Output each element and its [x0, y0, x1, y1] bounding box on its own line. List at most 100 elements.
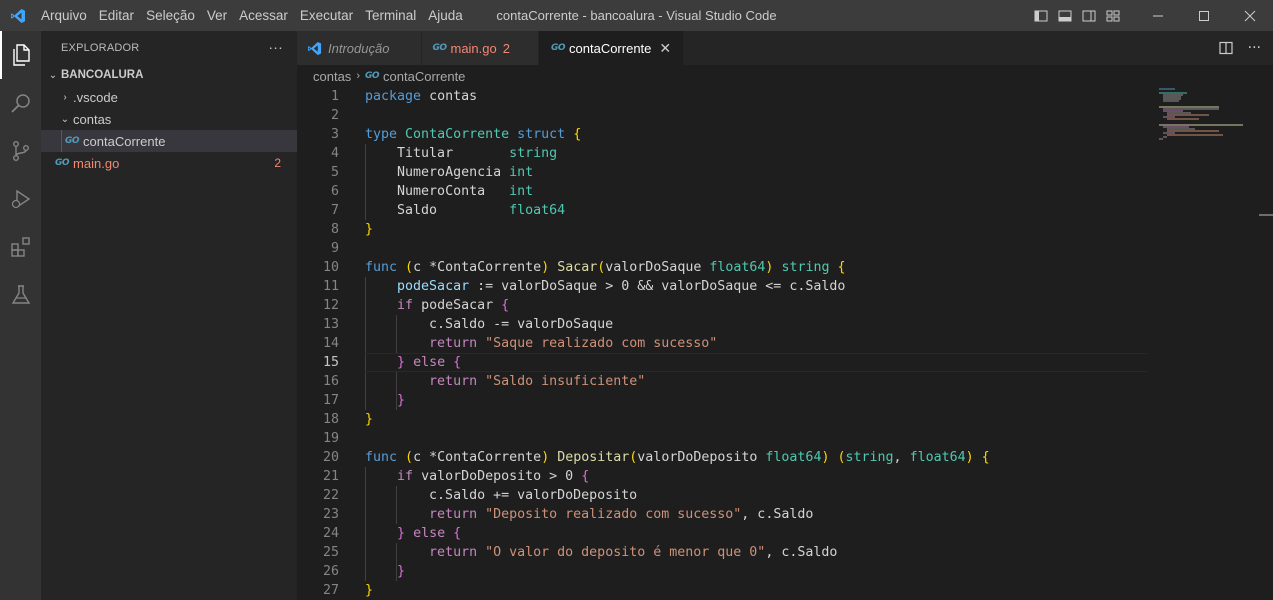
- code-line: 27}: [297, 581, 1147, 600]
- go-file-icon: GO: [65, 136, 80, 146]
- tree-item-contas[interactable]: ⌄ contas: [41, 108, 297, 130]
- line-number: 3: [330, 127, 339, 142]
- tree-item-vscode[interactable]: › .vscode: [41, 86, 297, 108]
- go-file-icon: GO: [432, 43, 447, 53]
- line-number: 9: [330, 241, 339, 256]
- code-token: float64: [509, 203, 566, 218]
- menu-ver[interactable]: Ver: [201, 0, 233, 31]
- code-token: func: [365, 450, 398, 465]
- search-icon[interactable]: [0, 79, 41, 127]
- code-token: "Saque realizado com sucesso": [485, 336, 718, 351]
- code-token: valorDoDeposito >: [421, 469, 566, 484]
- line-number: 2: [330, 108, 339, 123]
- code-token: Titular: [397, 146, 454, 161]
- code-token: if: [397, 469, 414, 484]
- code-line: 7 Saldo float64: [297, 201, 1147, 220]
- close-icon[interactable]: ✕: [659, 40, 671, 57]
- code-token: int: [509, 165, 534, 180]
- code-token: string: [509, 146, 558, 161]
- maximize-icon[interactable]: [1181, 0, 1227, 31]
- code-token: , c.Saldo: [741, 507, 814, 522]
- tab-introducao[interactable]: Introdução: [297, 31, 423, 65]
- split-editor-icon[interactable]: [1218, 40, 1234, 56]
- menu-terminal[interactable]: Terminal: [359, 0, 422, 31]
- code-line: 5 NumeroAgencia int: [297, 163, 1147, 182]
- close-window-icon[interactable]: [1227, 0, 1273, 31]
- menu-selecao[interactable]: Seleção: [140, 0, 201, 31]
- line-number: 24: [322, 526, 339, 541]
- code-token: podeSacar: [397, 279, 470, 294]
- code-line: 22 c.Saldo += valorDoDeposito: [297, 486, 1147, 505]
- code-token: return: [429, 374, 478, 389]
- editor-group: Introdução GO main.go 2 GO contaCorrente…: [297, 31, 1273, 600]
- source-control-icon[interactable]: [0, 127, 41, 175]
- more-actions-icon[interactable]: ···: [1248, 40, 1261, 56]
- code-line: 21 if valorDoDeposito > 0 {: [297, 467, 1147, 486]
- code-token: c.Saldo -= valorDoSaque: [429, 317, 614, 332]
- menu-executar[interactable]: Executar: [294, 0, 359, 31]
- code-token: := valorDoSaque > 0 && valorDoSaque <= c…: [477, 279, 846, 294]
- menu-ajuda[interactable]: Ajuda: [422, 0, 469, 31]
- workspace-root[interactable]: ⌄ BANCOALURA: [41, 64, 297, 86]
- vscode-tab-icon: [307, 41, 322, 56]
- code-token: ContaCorrente: [437, 260, 542, 275]
- customize-layout-icon[interactable]: [1101, 0, 1125, 31]
- menu-editar[interactable]: Editar: [93, 0, 140, 31]
- minimap[interactable]: [1147, 87, 1257, 600]
- toggle-panel-icon[interactable]: [1053, 0, 1077, 31]
- vertical-scrollbar[interactable]: [1259, 87, 1273, 600]
- code-line: 20 func (c *ContaCorrente) Depositar(valo…: [297, 448, 1147, 467]
- toggle-secondary-sidebar-icon[interactable]: [1077, 0, 1101, 31]
- editor-actions: ···: [1218, 31, 1261, 65]
- code-token: string: [781, 260, 830, 275]
- code-editor[interactable]: 1 package contas 2 3 type ContaCorrente st…: [297, 87, 1147, 600]
- testing-flask-icon[interactable]: [0, 271, 41, 319]
- code-line: 24 } else {: [297, 524, 1147, 543]
- tab-contacorrente[interactable]: GO contaCorrente ✕: [538, 31, 685, 65]
- code-line: 16 return "Saldo insuficiente": [297, 372, 1147, 391]
- breadcrumb-file[interactable]: contaCorrente: [383, 69, 465, 84]
- tab-bar: Introdução GO main.go 2 GO contaCorrente…: [297, 31, 1273, 65]
- tree-item-main-go[interactable]: GO main.go 2: [41, 152, 297, 174]
- run-debug-icon[interactable]: [0, 175, 41, 223]
- line-number: 4: [330, 146, 339, 161]
- code-token: float64: [709, 260, 766, 275]
- code-line: 17 }: [297, 391, 1147, 410]
- code-token: if: [397, 298, 414, 313]
- indent-guide: [61, 130, 62, 152]
- line-number: 25: [322, 545, 339, 560]
- workspace-root-label: BANCOALURA: [61, 69, 144, 81]
- extensions-icon[interactable]: [0, 223, 41, 271]
- code-token: return: [429, 336, 478, 351]
- code-token: 0: [565, 469, 574, 484]
- tree-item-contacorrente[interactable]: GO contaCorrente: [41, 130, 297, 152]
- code-line: 23 return "Deposito realizado com sucess…: [297, 505, 1147, 524]
- tab-error-badge: 2: [502, 40, 510, 56]
- toggle-primary-sidebar-icon[interactable]: [1029, 0, 1053, 31]
- code-token: c: [413, 260, 422, 275]
- code-token: Sacar: [557, 260, 598, 275]
- minimize-icon[interactable]: [1135, 0, 1181, 31]
- more-actions-icon[interactable]: ···: [268, 39, 283, 55]
- code-line: 18}: [297, 410, 1147, 429]
- code-token: ContaCorrente: [405, 127, 510, 142]
- line-number: 20: [322, 450, 339, 465]
- code-token: valorDoDeposito: [637, 450, 758, 465]
- tab-main-go[interactable]: GO main.go 2: [422, 31, 539, 65]
- code-token: "O valor do deposito é menor que 0": [485, 545, 766, 560]
- code-token: ContaCorrente: [437, 450, 542, 465]
- code-token: c: [413, 450, 422, 465]
- menu-arquivo[interactable]: Arquivo: [35, 0, 93, 31]
- explorer-header: EXPLORADOR ···: [41, 31, 297, 64]
- code-line: 10 func (c *ContaCorrente) Sacar(valorDoS…: [297, 258, 1147, 277]
- line-number: 27: [322, 583, 339, 598]
- code-token: int: [509, 184, 534, 199]
- line-number: 13: [322, 317, 339, 332]
- breadcrumb-folder[interactable]: contas: [313, 69, 351, 84]
- code-token: return: [429, 545, 478, 560]
- menu-acessar[interactable]: Acessar: [233, 0, 294, 31]
- explorer-icon[interactable]: [0, 31, 41, 79]
- chevron-down-icon: ⌄: [60, 113, 70, 125]
- code-line: 14 return "Saque realizado com sucesso": [297, 334, 1147, 353]
- code-token: struct: [517, 127, 566, 142]
